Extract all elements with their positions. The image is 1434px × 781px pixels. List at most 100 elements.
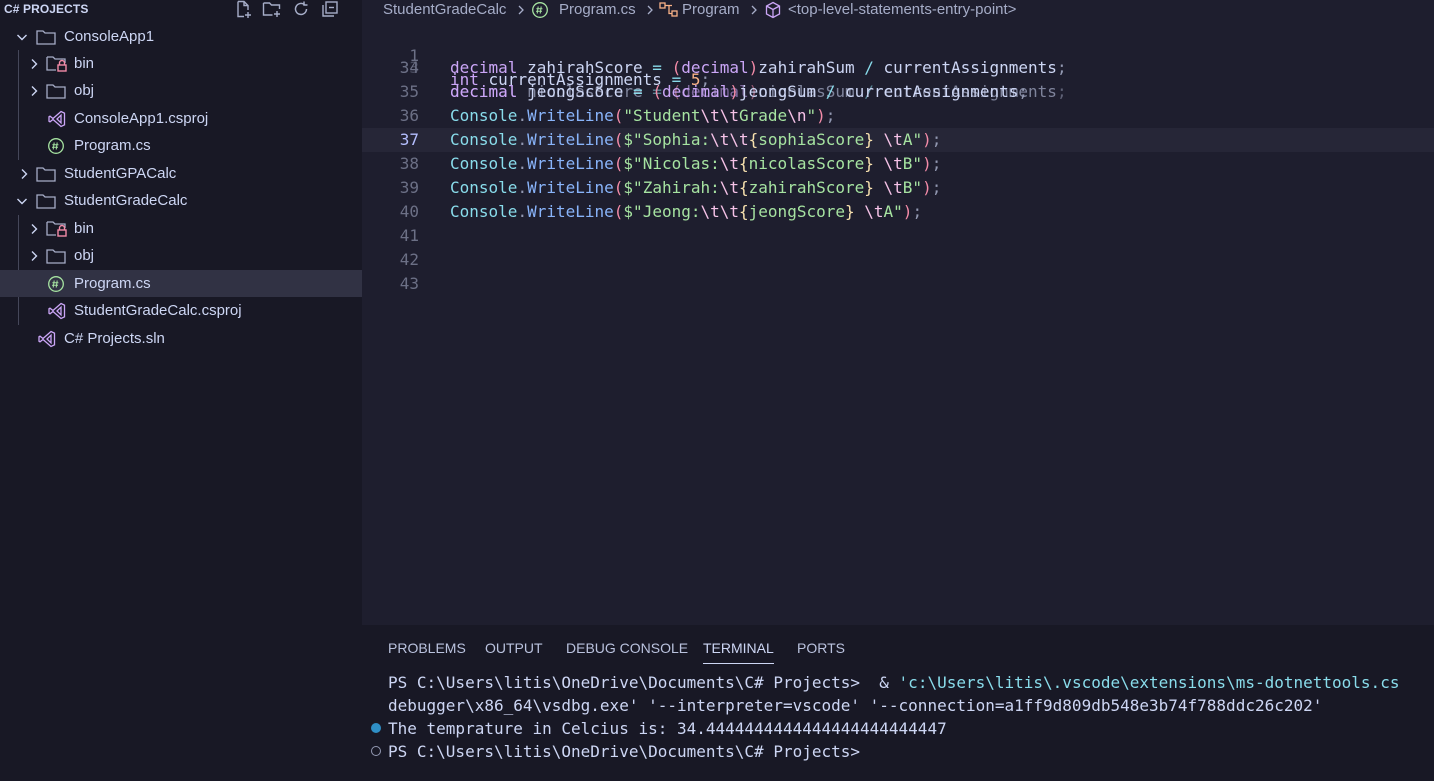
chevron-right-icon xyxy=(27,215,41,242)
code-token: / xyxy=(864,58,874,77)
tree-item-label: obj xyxy=(74,247,95,264)
code-text: Console.WriteLine($"Sophia:\t\t{sophiaSc… xyxy=(450,128,941,152)
tree-folder-obj[interactable]: obj xyxy=(0,77,362,104)
new-folder-icon[interactable] xyxy=(262,0,282,18)
code-line[interactable]: 42 xyxy=(362,248,1434,272)
code-token: $"Zahirah: xyxy=(623,178,720,197)
code-line[interactable]: 40 Console.WriteLine($"Jeong:\t\t{jeongSc… xyxy=(362,200,1434,224)
breadcrumb-folder[interactable]: StudentGradeCalc xyxy=(383,0,506,20)
folder-icon xyxy=(46,77,66,104)
code-token: currentAssignments xyxy=(478,70,672,89)
line-number: 39 xyxy=(399,178,419,197)
code-token: } xyxy=(864,178,874,197)
csharp-file-icon xyxy=(47,132,65,159)
refresh-icon[interactable] xyxy=(291,0,311,18)
tree-file-program-cs-selected[interactable]: Program.cs xyxy=(0,270,362,297)
code-token: \t xyxy=(883,130,903,149)
breadcrumb-symbol[interactable]: Program xyxy=(682,0,740,20)
code-token: ( xyxy=(613,130,624,149)
tree-folder-studentgradecalc[interactable]: StudentGradeCalc xyxy=(0,187,362,214)
sticky-scroll-line[interactable]: 1 int currentAssignments = 5; xyxy=(362,20,1434,89)
tree-file-studentgradecalc-csproj[interactable]: StudentGradeCalc.csproj xyxy=(0,297,362,324)
tree-folder-bin[interactable]: bin xyxy=(0,50,362,77)
tree-item-label: StudentGradeCalc xyxy=(64,192,188,209)
code-token: zahirahSum xyxy=(758,58,865,77)
visual-studio-icon xyxy=(48,297,66,324)
new-file-icon[interactable] xyxy=(233,0,253,18)
tree-item-label: Program.cs xyxy=(74,137,151,154)
line-number: 38 xyxy=(399,154,419,173)
tree-folder-consoleapp1[interactable]: ConsoleApp1 xyxy=(0,23,362,50)
code-token: Console xyxy=(450,178,518,197)
code-token: WriteLine xyxy=(527,178,614,197)
tree-file-program-cs[interactable]: Program.cs xyxy=(0,132,362,159)
code-line[interactable]: 43 xyxy=(362,272,1434,296)
code-token: { xyxy=(739,154,749,173)
command-pending-decoration-icon[interactable] xyxy=(371,746,381,756)
csharp-file-icon xyxy=(47,270,65,297)
code-line-current[interactable]: 37 Console.WriteLine($"Sophia:\t\t{sophia… xyxy=(362,128,1434,152)
tree-folder-obj[interactable]: obj xyxy=(0,242,362,269)
explorer-actions xyxy=(233,0,340,18)
code-token: ) xyxy=(922,178,932,197)
code-text: Console.WriteLine($"Nicolas:\t{nicolasSc… xyxy=(450,152,941,176)
code-token: \t\t xyxy=(700,202,740,221)
terminal[interactable]: PS C:\Users\litis\OneDrive\Documents\C# … xyxy=(362,671,1434,781)
tab-debug-console[interactable]: DEBUG CONSOLE xyxy=(566,639,688,657)
code-token: Console xyxy=(450,154,518,173)
terminal-line: debugger\x86_64\vsdbg.exe' '--interprete… xyxy=(388,696,1323,715)
terminal-output-line: The temprature in Celcius is: 34.4444444… xyxy=(388,719,947,738)
code-token: ; xyxy=(825,106,836,125)
code-line[interactable]: 36 Console.WriteLine("Student\t\tGrade\n"… xyxy=(362,104,1434,128)
code-token: . xyxy=(517,178,528,197)
terminal-line: PS C:\Users\litis\OneDrive\Documents\C# … xyxy=(388,671,1399,694)
code-line[interactable]: 38 Console.WriteLine($"Nicolas:\t{nicolas… xyxy=(362,152,1434,176)
breadcrumb-member[interactable]: <top-level-statements-entry-point> xyxy=(788,0,1016,20)
code-token: Console xyxy=(450,130,518,149)
tree-file-solution[interactable]: C# Projects.sln xyxy=(0,325,362,352)
tree-folder-studentgpacalc[interactable]: StudentGPACalc xyxy=(0,160,362,187)
tab-output[interactable]: OUTPUT xyxy=(485,639,543,657)
code-token: ; xyxy=(931,130,942,149)
code-token: A" xyxy=(883,202,903,221)
tree-file-consoleapp1-csproj[interactable]: ConsoleApp1.csproj xyxy=(0,105,362,132)
code-token: currentAssignments xyxy=(873,58,1057,77)
code-token: \t xyxy=(864,202,884,221)
tab-ports[interactable]: PORTS xyxy=(797,639,845,657)
code-line[interactable]: 39 Console.WriteLine($"Zahirah:\t{zahirah… xyxy=(362,176,1434,200)
code-token: nicolasScore xyxy=(748,154,865,173)
code-token: ) xyxy=(922,130,932,149)
breadcrumb-file[interactable]: Program.cs xyxy=(559,0,636,20)
code-token: } xyxy=(844,202,855,221)
code-token: ) xyxy=(816,106,826,125)
code-token: $"Nicolas: xyxy=(623,154,720,173)
code-token: ( xyxy=(613,178,624,197)
command-success-decoration-icon[interactable] xyxy=(371,723,381,733)
tree-item-label: C# Projects.sln xyxy=(64,330,165,347)
code-editor[interactable]: 33 decimal nicolasScore = (decimal)nicol… xyxy=(362,20,1434,625)
code-token: ; xyxy=(700,70,711,89)
tab-problems[interactable]: PROBLEMS xyxy=(388,639,466,657)
folder-icon xyxy=(36,160,56,187)
code-token: B" xyxy=(902,178,923,197)
code-line[interactable]: 41 xyxy=(362,224,1434,248)
tree-folder-bin[interactable]: bin xyxy=(0,215,362,242)
code-token: zahirahScore xyxy=(748,178,865,197)
terminal-command-path: 'c:\Users\litis\.vscode\extensions\ms-do… xyxy=(898,673,1400,692)
code-token: \t xyxy=(719,178,740,197)
code-token: ( xyxy=(613,154,624,173)
visual-studio-icon xyxy=(48,105,66,132)
collapse-all-icon[interactable] xyxy=(320,0,340,18)
tree-item-label: bin xyxy=(74,55,95,72)
bottom-panel: PROBLEMS OUTPUT DEBUG CONSOLE TERMINAL P… xyxy=(362,625,1434,781)
code-token: Console xyxy=(450,106,518,125)
tab-terminal[interactable]: TERMINAL xyxy=(703,639,774,664)
code-token: sophiaScore xyxy=(758,130,865,149)
folder-lock-icon xyxy=(46,50,68,77)
code-token: WriteLine xyxy=(527,154,614,173)
code-token: / xyxy=(825,82,836,101)
chevron-right-icon xyxy=(27,77,41,104)
explorer-title: C# PROJECTS xyxy=(4,2,89,16)
tree-item-label: StudentGPACalc xyxy=(64,165,177,182)
